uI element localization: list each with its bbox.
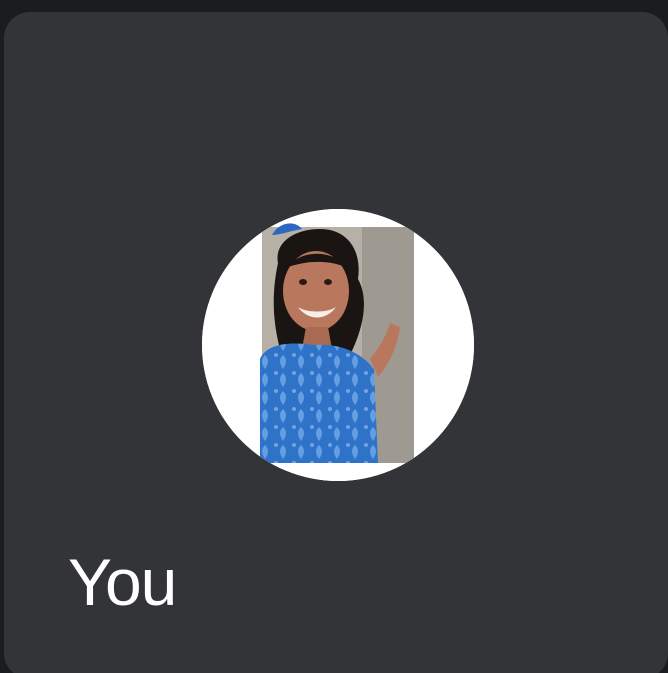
participant-name-label: You [68,545,177,619]
participant-photo-icon [202,209,474,481]
participant-avatar [202,209,474,481]
participant-tile[interactable]: You [4,12,668,673]
